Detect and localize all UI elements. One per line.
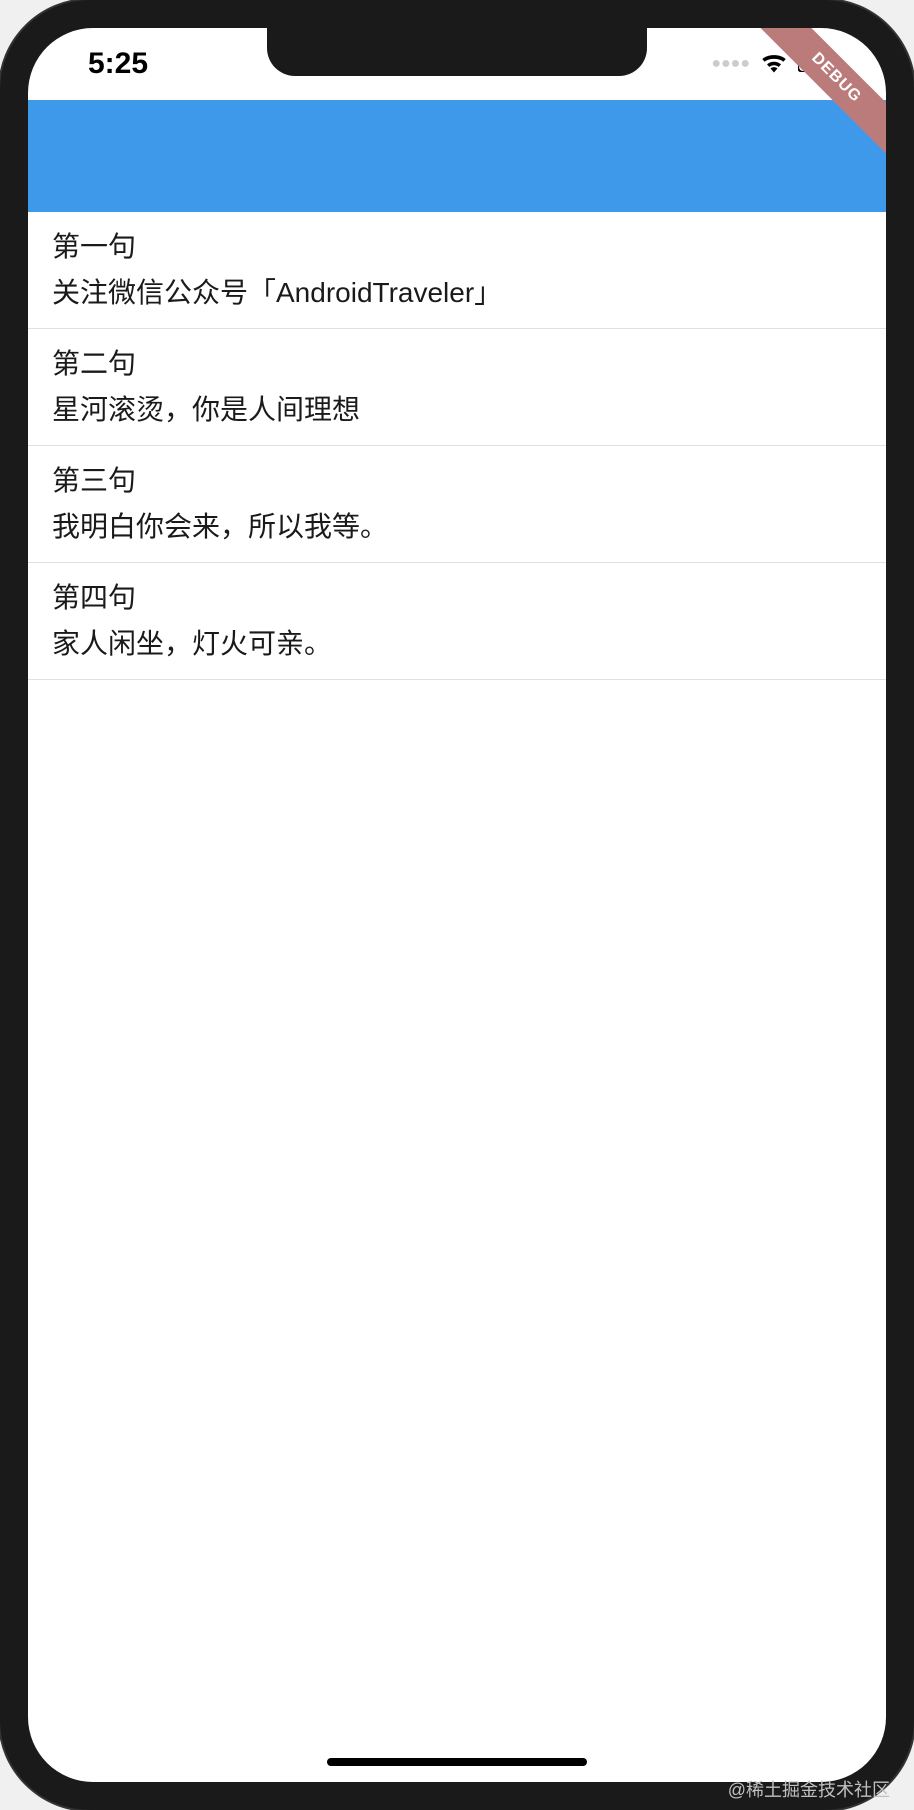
list-item[interactable]: 第四句 家人闲坐，灯火可亲。: [28, 563, 886, 680]
list-item-title: 第二句: [52, 343, 862, 385]
list-item-subtitle: 关注微信公众号「AndroidTraveler」: [52, 272, 862, 314]
status-time: 5:25: [68, 47, 148, 81]
device-frame: DEBUG 5:25 ●●●●: [0, 0, 914, 1810]
mute-switch: [0, 210, 2, 250]
list-item-title: 第一句: [52, 226, 862, 268]
list-item-title: 第四句: [52, 577, 862, 619]
list-item-subtitle: 星河滚烫，你是人间理想: [52, 389, 862, 431]
list-item-subtitle: 我明白你会来，所以我等。: [52, 506, 862, 548]
list-item[interactable]: 第一句 关注微信公众号「AndroidTraveler」: [28, 212, 886, 329]
list-item[interactable]: 第三句 我明白你会来，所以我等。: [28, 446, 886, 563]
home-indicator[interactable]: [327, 1758, 587, 1766]
list-item-title: 第三句: [52, 460, 862, 502]
cellular-dots-icon: ●●●●: [711, 55, 750, 73]
wifi-icon: [760, 51, 788, 78]
content-list[interactable]: 第一句 关注微信公众号「AndroidTraveler」 第二句 星河滚烫，你是…: [28, 212, 886, 680]
notch: [267, 28, 647, 76]
volume-down-button: [0, 420, 2, 510]
list-item[interactable]: 第二句 星河滚烫，你是人间理想: [28, 329, 886, 446]
screen: DEBUG 5:25 ●●●●: [28, 28, 886, 1782]
app-bar: [28, 100, 886, 212]
volume-up-button: [0, 300, 2, 390]
list-item-subtitle: 家人闲坐，灯火可亲。: [52, 623, 862, 665]
watermark: @稀土掘金技术社区: [728, 1776, 890, 1802]
